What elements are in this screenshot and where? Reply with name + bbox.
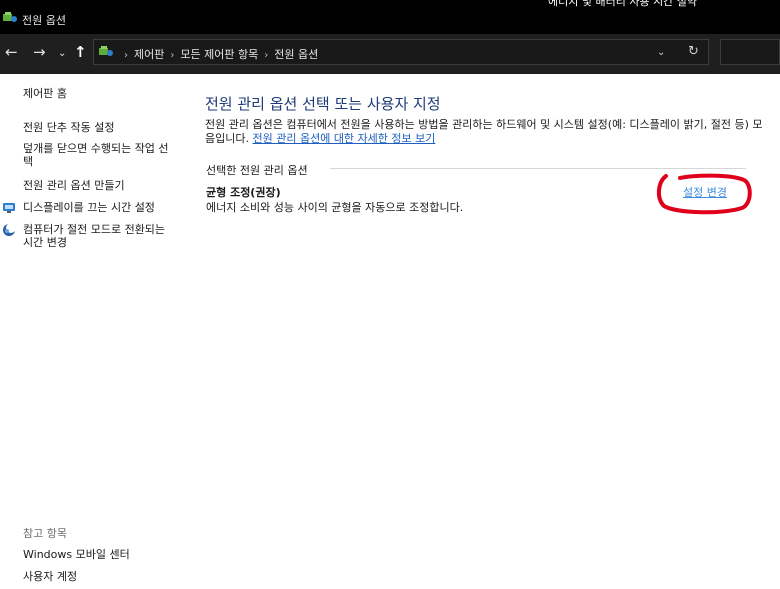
display-shield-icon xyxy=(3,203,15,213)
forward-arrow-icon[interactable]: → xyxy=(33,43,46,61)
sidebar-item-display-off[interactable]: 디스플레이를 끄는 시간 설정 xyxy=(23,201,155,214)
learn-more-link[interactable]: 전원 관리 옵션에 대한 자세한 정보 보기 xyxy=(252,132,435,145)
breadcrumb-control-panel[interactable]: 제어판 xyxy=(134,48,164,61)
selected-plan-group-label: 선택한 전원 관리 옵션 xyxy=(206,164,308,177)
power-options-icon xyxy=(3,12,17,22)
control-panel-icon xyxy=(99,46,113,56)
left-pane: 제어판 홈 전원 단추 작동 설정 덮개를 닫으면 수행되는 작업 선택 전원 … xyxy=(0,74,185,589)
chevron-right-icon: › xyxy=(124,50,128,61)
sidebar-item-create-plan[interactable]: 전원 관리 옵션 만들기 xyxy=(23,179,125,192)
sleep-moon-icon xyxy=(3,223,16,236)
chevron-right-icon[interactable]: › xyxy=(264,50,268,61)
title-bar: 전원 옵션 에너지 및 배터리 사용 시간 절약 xyxy=(0,0,780,34)
control-panel-home-link[interactable]: 제어판 홈 xyxy=(23,87,67,100)
user-accounts-link[interactable]: 사용자 계정 xyxy=(23,570,77,583)
sidebar-item-sleep-time[interactable]: 컴퓨터가 절전 모드로 전환되는 시간 변경 xyxy=(23,223,178,249)
overflow-text: 에너지 및 배터리 사용 시간 절약 xyxy=(548,0,698,8)
sidebar-item-power-button[interactable]: 전원 단추 작동 설정 xyxy=(23,121,114,134)
group-divider xyxy=(330,168,746,169)
back-arrow-icon[interactable]: ← xyxy=(5,43,18,61)
navigation-bar: ← → ⌄ ↑ › 제어판 › 모든 제어판 항목 › 전원 옵션 ⌄ ↻ xyxy=(0,34,780,74)
windows-mobility-center-link[interactable]: Windows 모바일 센터 xyxy=(23,548,130,561)
red-circle-annotation xyxy=(657,173,752,215)
sidebar-item-lid-action[interactable]: 덮개를 닫으면 수행되는 작업 선택 xyxy=(23,142,178,168)
search-input[interactable] xyxy=(720,39,780,65)
see-also-heading: 참고 항목 xyxy=(23,527,67,540)
plan-name: 균형 조정(권장) xyxy=(206,186,281,199)
up-arrow-icon[interactable]: ↑ xyxy=(74,43,87,61)
page-title: 전원 관리 옵션 선택 또는 사용자 지정 xyxy=(205,95,441,113)
window-title: 전원 옵션 xyxy=(22,14,66,27)
plan-description: 에너지 소비와 성능 사이의 균형을 자동으로 조정합니다. xyxy=(206,201,464,214)
refresh-icon[interactable]: ↻ xyxy=(688,44,699,59)
breadcrumb-all-items[interactable]: 모든 제어판 항목 xyxy=(180,48,258,61)
breadcrumb-power-options[interactable]: 전원 옵션 xyxy=(274,48,318,61)
page-description: 전원 관리 옵션은 컴퓨터에서 전원을 사용하는 방법을 관리하는 하드웨어 및… xyxy=(205,118,765,146)
breadcrumb: › 제어판 › 모든 제어판 항목 › 전원 옵션 xyxy=(118,46,318,62)
address-bar[interactable]: › 제어판 › 모든 제어판 항목 › 전원 옵션 ⌄ ↻ xyxy=(93,39,709,65)
recent-locations-icon[interactable]: ⌄ xyxy=(58,45,66,63)
chevron-right-icon[interactable]: › xyxy=(170,50,174,61)
address-dropdown-icon[interactable]: ⌄ xyxy=(657,47,665,58)
